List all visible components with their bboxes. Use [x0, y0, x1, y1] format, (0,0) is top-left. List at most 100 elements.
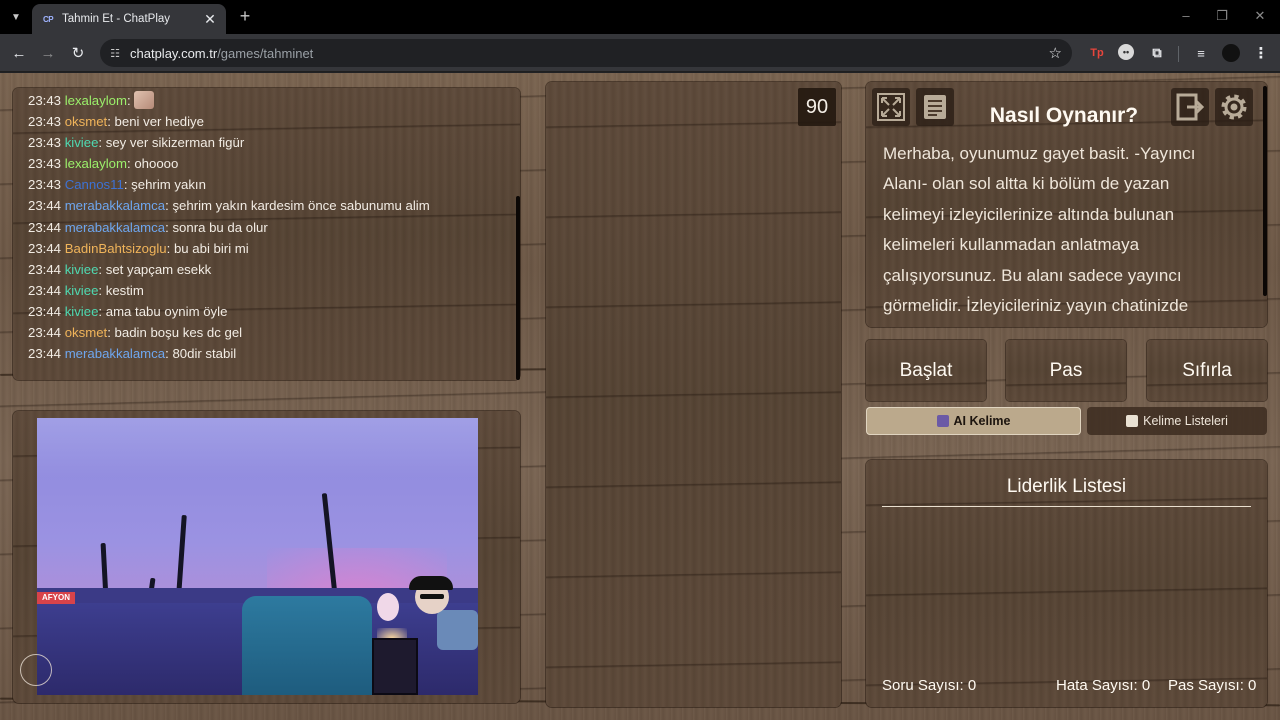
chat-text: şehrim yakın [131, 177, 206, 193]
gear-icon-svg [1221, 94, 1247, 120]
chat-separator: : [98, 282, 106, 298]
chat-username[interactable]: kiviee [65, 262, 99, 277]
how-to-play-text: Merhaba, oyunumuz gayet basit. -Yayıncı … [883, 144, 1196, 316]
chat-panel: 23:43 lexalaylom: 23:43 oksmet: beni ver… [13, 88, 520, 380]
game-page: 23:43 lexalaylom: 23:43 oksmet: beni ver… [0, 73, 1280, 720]
extension-tp-icon[interactable]: Tp [1088, 44, 1106, 62]
tab-ai-word-label: AI Kelime [953, 414, 1011, 428]
chat-username[interactable]: kiviee [65, 283, 99, 298]
chat-text: set yapçam esekk [105, 261, 212, 277]
error-count-value: 0 [1141, 677, 1151, 694]
chat-timestamp: 23:44 [28, 346, 62, 362]
start-button[interactable]: Başlat [866, 340, 986, 401]
chat-message: 23:43 lexalaylom: ohoooo [28, 153, 520, 174]
chat-username[interactable]: Cannos11 [65, 177, 124, 192]
extension-face-icon[interactable]: •• [1118, 44, 1134, 60]
chat-text: 80dir stabil [172, 346, 237, 362]
question-count-value: 0 [967, 677, 977, 694]
reload-icon[interactable]: ↻ [68, 43, 88, 63]
pass-count-label: Pas Sayısı: [1168, 677, 1244, 694]
chat-message: 23:44 oksmet: badin boşu kes dc gel [28, 322, 520, 343]
cam-figurine-hat [409, 576, 453, 590]
reset-button[interactable]: Sıfırla [1147, 340, 1267, 401]
profile-avatar[interactable] [1222, 44, 1240, 62]
chat-username[interactable]: oksmet [65, 325, 108, 340]
document-icon[interactable] [916, 88, 954, 126]
chat-text: ama tabu oynim öyle [105, 303, 228, 319]
chat-timestamp: 23:44 [28, 303, 62, 319]
cam-sword [176, 514, 187, 596]
chat-timestamp: 23:43 [28, 114, 62, 130]
notebook-icon [1126, 415, 1139, 427]
chat-timestamp: 23:44 [28, 219, 62, 235]
word-panel: 90 [546, 82, 841, 707]
tab-word-lists[interactable]: Kelime Listeleri [1087, 407, 1267, 435]
browser-menu-icon[interactable]: ⋮ [1252, 44, 1270, 62]
document-icon-svg [924, 95, 946, 119]
restore-icon[interactable]: ❐ [1212, 8, 1232, 24]
chat-text: kestim [105, 282, 144, 298]
how-to-play-title: Nasıl Oynanır? [989, 104, 1139, 127]
chat-username[interactable]: merabakkalamca [65, 220, 165, 235]
broadcaster-area: AFYON [13, 411, 520, 703]
url-domain: chatplay.com.tr [130, 45, 218, 61]
browser-tab[interactable]: CP Tahmin Et - ChatPlay ✕ [32, 4, 226, 34]
media-control-icon[interactable]: ≡ [1192, 44, 1210, 62]
chat-timestamp: 23:44 [28, 282, 62, 298]
bookmark-star-icon[interactable]: ☆ [1049, 44, 1062, 62]
chat-username[interactable]: merabakkalamca [65, 198, 165, 213]
chat-text: şehrim yakın kardesim önce sabunumu alim [172, 198, 430, 214]
cam-wall [37, 418, 478, 478]
new-tab-icon[interactable]: + [236, 6, 254, 27]
minimize-icon[interactable]: – [1176, 8, 1196, 23]
chatplay-favicon-icon: CP [42, 14, 54, 24]
chat-timestamp: 23:44 [28, 198, 62, 214]
chat-timestamp: 23:43 [28, 93, 62, 108]
chat-separator: : [98, 135, 106, 151]
cam-sign: AFYON [37, 592, 75, 604]
chat-timestamp: 23:43 [28, 135, 62, 151]
pass-button[interactable]: Pas [1006, 340, 1126, 401]
chat-message: 23:43 Cannos11: şehrim yakın [28, 174, 520, 195]
chat-username[interactable]: merabakkalamca [65, 346, 165, 361]
chat-separator: : [107, 114, 115, 130]
cam-overlay-button[interactable] [20, 654, 52, 686]
chat-message: 23:43 lexalaylom: [28, 90, 520, 111]
exit-icon-svg [1176, 93, 1205, 121]
info-scrollbar[interactable] [1263, 86, 1267, 296]
gear-icon[interactable] [1215, 88, 1253, 126]
chat-timestamp: 23:43 [28, 177, 62, 193]
chat-username[interactable]: kiviee [65, 135, 99, 150]
chat-username[interactable]: BadinBahtsizoglu [65, 241, 167, 256]
chat-text: ohoooo [134, 156, 179, 172]
error-count-label: Hata Sayısı: [1056, 677, 1138, 694]
chat-separator: : [127, 93, 135, 108]
leaderboard-title: Liderlik Listesi [882, 476, 1251, 507]
tab-ai-word[interactable]: AI Kelime [866, 407, 1081, 435]
leaderboard-panel: Liderlik Listesi Soru Sayısı: 0 Hata Say… [866, 460, 1267, 707]
chat-username[interactable]: oksmet [65, 114, 108, 129]
extensions-puzzle-icon[interactable]: ⧉ [1148, 44, 1166, 62]
chat-text: beni ver hediye [114, 114, 204, 130]
pass-count: Pas Sayısı: 0 [1168, 677, 1256, 694]
address-bar[interactable]: ☷ chatplay.com.tr/games/tahminet ☆ [100, 39, 1072, 67]
pass-count-value: 0 [1248, 677, 1257, 694]
chat-username[interactable]: lexalaylom [65, 156, 127, 171]
site-info-icon[interactable]: ☷ [100, 47, 130, 60]
back-icon[interactable]: ← [9, 43, 29, 63]
close-tab-icon[interactable]: ✕ [202, 11, 218, 28]
tab-word-lists-label: Kelime Listeleri [1143, 414, 1228, 428]
chat-timestamp: 23:44 [28, 325, 62, 341]
browser-toolbar: ← → ↻ ☷ chatplay.com.tr/games/tahminet ☆… [0, 34, 1280, 72]
chat-username[interactable]: lexalaylom [65, 93, 127, 108]
fullscreen-icon[interactable] [872, 88, 910, 126]
chat-username[interactable]: kiviee [65, 304, 99, 319]
window-close-icon[interactable]: ✕ [1250, 8, 1270, 24]
chat-timestamp: 23:44 [28, 261, 62, 277]
chat-emote-icon [134, 91, 155, 109]
tab-search-icon[interactable]: ▼ [6, 7, 26, 27]
chat-scrollbar[interactable] [516, 196, 520, 380]
chat-timestamp: 23:43 [28, 156, 62, 172]
forward-icon[interactable]: → [38, 43, 58, 63]
exit-icon[interactable] [1171, 88, 1209, 126]
